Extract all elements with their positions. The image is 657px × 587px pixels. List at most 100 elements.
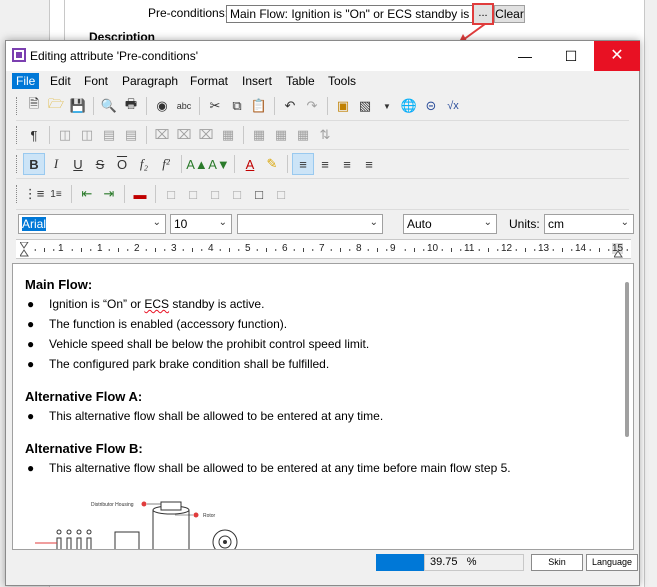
main-flow-item: The configured park brake condition shal… (49, 357, 330, 371)
color-combo[interactable]: Auto ⌄ (403, 214, 497, 234)
ruler-number: 6 (282, 243, 288, 254)
strikethrough-icon[interactable]: S (89, 153, 111, 175)
hyperlink-icon[interactable]: 🌐 (398, 95, 420, 117)
menu-file[interactable]: File (12, 73, 40, 89)
delete-table-icon[interactable]: ⌧ (195, 124, 217, 146)
grow-font-icon[interactable]: A▲ (186, 153, 208, 175)
document-editor[interactable]: Main Flow: ● Ignition is “On” or ECS sta… (12, 263, 634, 550)
bookmark-icon[interactable]: ⊝ (420, 95, 442, 117)
insert-column-left-icon[interactable]: ◫ (54, 124, 76, 146)
menu-tools[interactable]: Tools (324, 73, 360, 89)
cell-border-icon[interactable]: ▦ (292, 124, 314, 146)
redo-icon[interactable]: ↷ (301, 95, 323, 117)
shrink-font-icon[interactable]: A▼ (208, 153, 230, 175)
zoom-level: 39.75 % (430, 556, 477, 568)
subscript-icon[interactable]: f₂ (133, 153, 155, 175)
italic-icon[interactable]: I (45, 153, 67, 175)
align-left-icon[interactable]: ≡ (292, 153, 314, 175)
save-icon[interactable]: 💾 (67, 95, 89, 117)
cut-icon[interactable]: ✂ (204, 95, 226, 117)
increase-indent-icon[interactable]: ⇥ (98, 183, 120, 205)
menu-format[interactable]: Format (186, 73, 232, 89)
merge-cells-icon[interactable]: ▦ (248, 124, 270, 146)
font-size-combo[interactable]: 10 ⌄ (170, 214, 232, 234)
decrease-indent-icon[interactable]: ⇤ (76, 183, 98, 205)
units-label: Units: (509, 217, 540, 231)
clear-button[interactable]: Clear (494, 5, 525, 23)
menu-table[interactable]: Table (282, 73, 319, 89)
border-none-icon[interactable]: □ (270, 183, 292, 205)
superscript-icon[interactable]: f² (155, 153, 177, 175)
bullet-icon: ● (27, 357, 35, 371)
border-color-icon[interactable]: ▬ (129, 183, 151, 205)
ruler-number: 1 (97, 243, 103, 254)
insert-object-icon[interactable]: ▧ (354, 95, 376, 117)
print-preview-icon[interactable]: 🔍 (98, 95, 120, 117)
font-name-combo[interactable]: Arial ⌄ (18, 214, 166, 234)
alt-flow-a-heading: Alternative Flow A: (25, 389, 143, 404)
underline-icon[interactable]: U (67, 153, 89, 175)
close-icon[interactable]: ✕ (594, 41, 640, 71)
overline-icon[interactable]: O (111, 153, 133, 175)
bullet-list-icon[interactable]: ⋮≡ (23, 183, 45, 205)
numbered-list-icon[interactable]: 1≡ (45, 183, 67, 205)
sort-icon[interactable]: ⇅ (314, 124, 336, 146)
minimize-icon[interactable]: — (502, 41, 548, 71)
skin-button[interactable]: Skin (531, 554, 583, 571)
table-properties-icon[interactable]: ▦ (217, 124, 239, 146)
align-right-icon[interactable]: ≡ (336, 153, 358, 175)
menu-edit[interactable]: Edit (46, 73, 75, 89)
spelling-error-mark[interactable]: ECS (144, 297, 169, 311)
right-indent-marker-icon[interactable] (614, 250, 624, 258)
style-combo[interactable]: ⌄ (237, 214, 383, 234)
paste-icon[interactable]: 📋 (248, 95, 270, 117)
menu-insert[interactable]: Insert (238, 73, 276, 89)
ruler[interactable]: 1 1 2 3 4 5 6 7 8 9 10 11 12 13 14 15 (16, 239, 631, 259)
highlight-icon[interactable]: ✎ (261, 153, 283, 175)
alt-flow-b-heading: Alternative Flow B: (25, 441, 143, 456)
bullet-icon: ● (27, 461, 35, 475)
insert-column-right-icon[interactable]: ◫ (76, 124, 98, 146)
dropdown-arrow-icon[interactable]: ▼ (376, 95, 398, 117)
dialog-titlebar[interactable]: Editing attribute 'Pre-conditions' — ☐ ✕ (6, 41, 640, 71)
background-scrollbar[interactable] (644, 0, 657, 587)
insert-image-icon[interactable]: ▣ (332, 95, 354, 117)
align-justify-icon[interactable]: ≡ (358, 153, 380, 175)
editor-scrollbar[interactable] (625, 282, 629, 437)
undo-icon[interactable]: ↶ (279, 95, 301, 117)
copy-icon[interactable]: ⧉ (226, 95, 248, 117)
font-color-icon[interactable]: A (239, 153, 261, 175)
ruler-number: 9 (390, 243, 396, 254)
print-icon[interactable]: 🖶 (120, 95, 142, 117)
chevron-down-icon: ⌄ (218, 217, 227, 228)
language-button[interactable]: Language (586, 554, 638, 571)
new-document-icon[interactable]: 🗎 (23, 95, 45, 117)
border-right-icon[interactable]: □ (182, 183, 204, 205)
formula-icon[interactable]: √x (442, 95, 464, 117)
maximize-icon[interactable]: ☐ (548, 41, 594, 71)
delete-column-icon[interactable]: ⌧ (151, 124, 173, 146)
menu-font[interactable]: Font (80, 73, 112, 89)
open-folder-icon[interactable]: 🗁 (45, 95, 67, 117)
split-cells-icon[interactable]: ▦ (270, 124, 292, 146)
spellcheck-icon[interactable]: abc (173, 95, 195, 117)
insert-row-above-icon[interactable]: ▤ (98, 124, 120, 146)
status-bar: 39.75 % Skin Language (6, 551, 639, 585)
ruler-number: 10 (427, 243, 439, 254)
border-bottom-icon[interactable]: □ (226, 183, 248, 205)
border-all-icon[interactable]: □ (248, 183, 270, 205)
alt-flow-a-item: This alternative flow shall be allowed t… (49, 409, 384, 423)
main-flow-item: Vehicle speed shall be below the prohibi… (49, 337, 370, 351)
delete-row-icon[interactable]: ⌧ (173, 124, 195, 146)
border-top-icon[interactable]: □ (204, 183, 226, 205)
find-icon[interactable]: ◉ (151, 95, 173, 117)
indent-marker-icon[interactable] (20, 242, 30, 258)
paragraph-marks-icon[interactable]: ¶ (23, 124, 45, 146)
bold-icon[interactable]: B (23, 153, 45, 175)
border-left-icon[interactable]: □ (160, 183, 182, 205)
menu-paragraph[interactable]: Paragraph (118, 73, 182, 89)
insert-row-below-icon[interactable]: ▤ (120, 124, 142, 146)
units-combo[interactable]: cm ⌄ (544, 214, 634, 234)
align-center-icon[interactable]: ≡ (314, 153, 336, 175)
preconditions-value-field[interactable]: Main Flow: Ignition is "On" or ECS stand… (226, 5, 474, 23)
